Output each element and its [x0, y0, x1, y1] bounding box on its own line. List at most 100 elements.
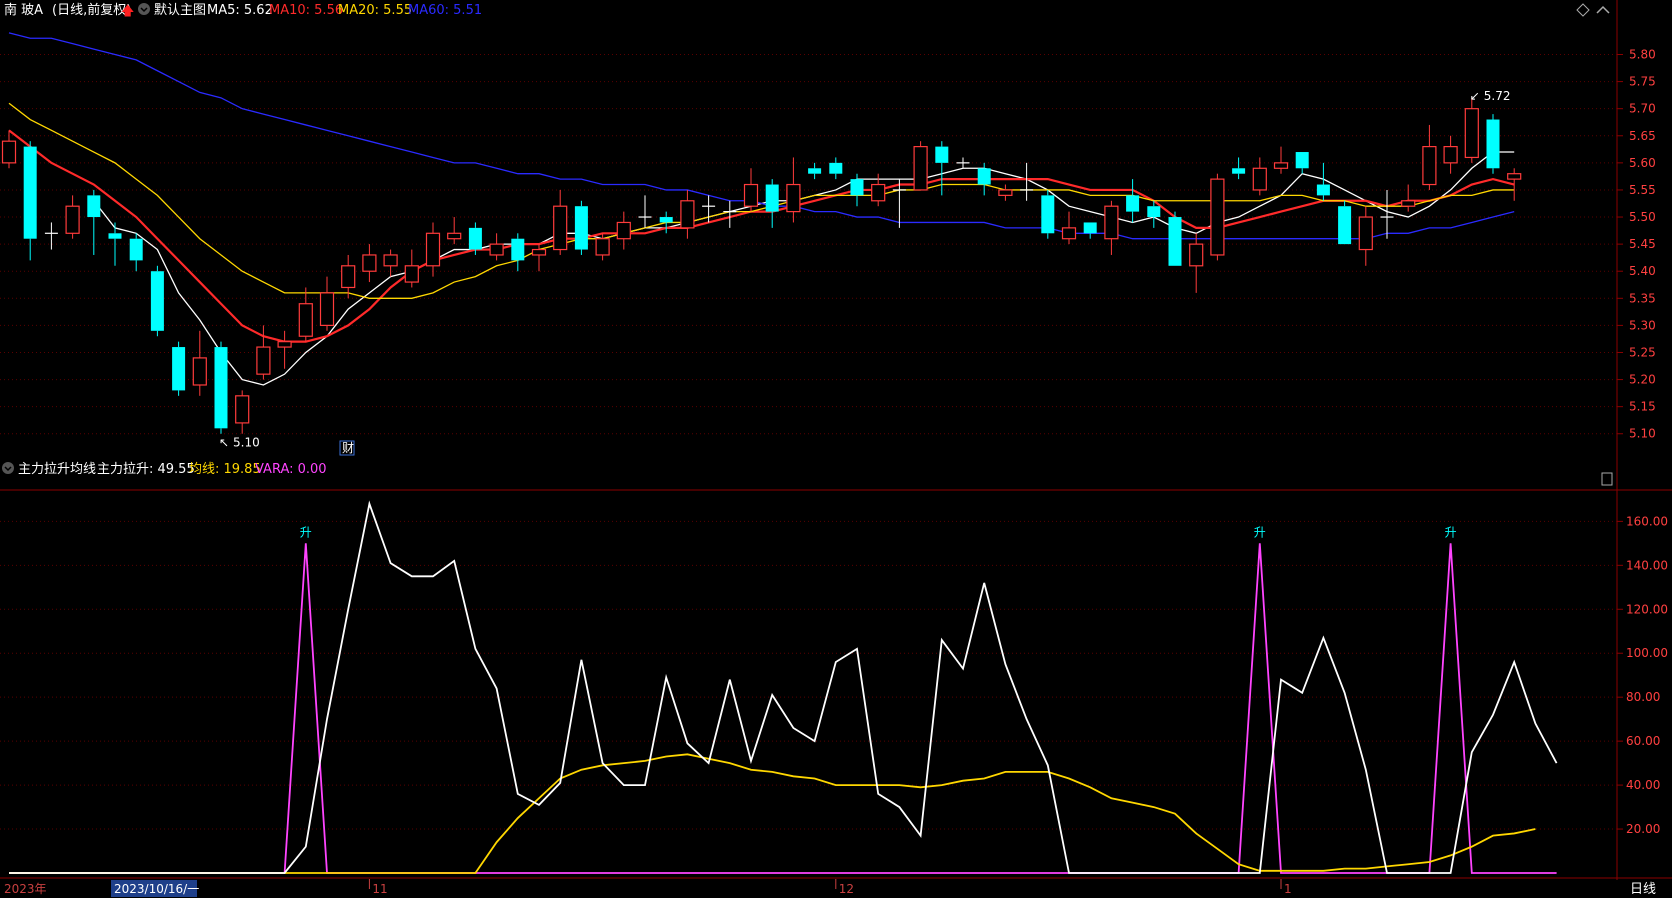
price-tick-label: 5.35	[1629, 291, 1656, 305]
candle[interactable]	[574, 200, 588, 255]
candle[interactable]	[1126, 179, 1140, 223]
indicator-tick-label: 100.00	[1626, 646, 1668, 660]
candle[interactable]	[1210, 173, 1225, 261]
candle[interactable]	[1507, 168, 1522, 201]
candle[interactable]	[23, 141, 37, 261]
candle[interactable]	[1380, 189, 1394, 239]
rise-signals: 升升升	[300, 525, 1457, 539]
candle[interactable]	[1401, 184, 1416, 212]
candle[interactable]	[214, 341, 228, 434]
template-name[interactable]: 默认主图	[154, 2, 206, 18]
candle-body	[277, 341, 292, 348]
candle-body	[935, 146, 949, 163]
ma-line-ma20	[8, 102, 1515, 299]
candle[interactable]	[1273, 146, 1289, 174]
average-line-value: 均线: 19.85	[189, 462, 261, 477]
candle[interactable]	[383, 249, 398, 277]
indicator-name[interactable]: 主力拉升均线	[18, 462, 96, 477]
candle-body	[1443, 146, 1458, 164]
candle[interactable]	[1486, 114, 1500, 174]
candle-body	[1422, 146, 1437, 186]
candle[interactable]	[680, 189, 695, 239]
candle[interactable]	[743, 168, 759, 212]
candle[interactable]	[1422, 124, 1437, 190]
indicator-line-1	[9, 753, 1536, 874]
indicator-tick-label: 80.00	[1626, 690, 1660, 704]
candle[interactable]	[1168, 211, 1182, 266]
candle[interactable]	[1061, 211, 1077, 245]
candle[interactable]	[998, 184, 1013, 201]
indicator-tick-label: 120.00	[1626, 602, 1668, 616]
candle-body	[192, 357, 207, 386]
svg-text:5.72: 5.72	[1484, 89, 1511, 103]
candlestick-series[interactable]	[1, 97, 1522, 434]
candle[interactable]	[425, 222, 441, 277]
candle[interactable]	[447, 217, 462, 245]
candle[interactable]	[362, 244, 377, 283]
candle[interactable]	[1464, 97, 1479, 163]
candle-body	[1147, 206, 1161, 218]
candle-body	[1295, 152, 1309, 169]
candle-body	[65, 205, 80, 234]
candle[interactable]	[1295, 152, 1309, 174]
candle[interactable]	[1104, 200, 1119, 255]
candle[interactable]	[1232, 157, 1246, 180]
main-force-value: 主力拉升: 49.55	[97, 462, 195, 477]
candle-body	[23, 146, 37, 239]
month-ticks: 11 12 1	[368, 879, 1292, 896]
indicator-tick-label: 20.00	[1626, 822, 1660, 836]
candle[interactable]	[404, 249, 419, 288]
stock-name: 南 玻A	[4, 2, 43, 18]
candle[interactable]	[1189, 233, 1204, 293]
candle[interactable]	[935, 141, 949, 196]
candle-body	[1232, 168, 1246, 174]
up-arrow-icon: 🡅	[121, 4, 134, 19]
candle-body	[574, 206, 588, 250]
candle[interactable]	[1041, 189, 1055, 239]
diamond-icon[interactable]	[1576, 3, 1590, 17]
expand-icon[interactable]	[1601, 472, 1613, 486]
candle[interactable]	[723, 200, 737, 228]
period-tab[interactable]: 日线	[1630, 882, 1656, 897]
candle[interactable]	[638, 195, 652, 228]
candle[interactable]	[553, 189, 568, 255]
candle[interactable]	[319, 276, 335, 331]
candle[interactable]	[87, 189, 101, 255]
candle[interactable]	[65, 195, 80, 239]
candle[interactable]	[956, 157, 970, 169]
candle[interactable]	[44, 222, 58, 250]
candle-body	[1210, 178, 1225, 256]
candle[interactable]	[277, 330, 292, 369]
candle[interactable]	[150, 265, 164, 337]
indicator-axis: 20.00 40.00 60.00 80.00 100.00 120.00 140.00 16…	[1617, 514, 1668, 836]
candle[interactable]	[1443, 135, 1458, 174]
candle[interactable]	[172, 341, 186, 396]
indicator-tick-label: 140.00	[1626, 558, 1668, 572]
candle[interactable]	[129, 233, 143, 272]
candle[interactable]	[808, 162, 822, 180]
candle[interactable]	[511, 233, 525, 272]
ma-line-ma5	[93, 151, 1515, 386]
candle[interactable]	[765, 179, 779, 228]
candle-body	[87, 195, 101, 218]
ma10-label: MA10: 5.56	[269, 3, 343, 18]
price-tick-label: 5.20	[1629, 373, 1656, 387]
indicator-dropdown-icon[interactable]	[2, 462, 14, 474]
candle[interactable]	[786, 157, 801, 223]
candle[interactable]	[829, 157, 843, 180]
finance-event-marker[interactable]: 财	[342, 441, 354, 455]
candle[interactable]	[1083, 222, 1097, 239]
template-dropdown-icon[interactable]	[138, 3, 150, 15]
candle[interactable]	[298, 287, 313, 342]
candle[interactable]	[1338, 200, 1352, 245]
indicator-tick-label: 60.00	[1626, 734, 1660, 748]
candle[interactable]	[341, 254, 356, 299]
candle[interactable]	[192, 330, 207, 396]
stock-chart-canvas[interactable]: 5.10 5.15 5.20 5.25 5.30 5.35 5.40 5.45 5.50 5.55…	[0, 0, 1672, 898]
chevron-up-icon[interactable]	[1596, 5, 1610, 14]
candle[interactable]	[235, 390, 250, 434]
candle-body	[256, 346, 271, 375]
candle[interactable]	[1358, 206, 1373, 266]
candle[interactable]	[489, 233, 504, 261]
candle[interactable]	[913, 141, 928, 191]
